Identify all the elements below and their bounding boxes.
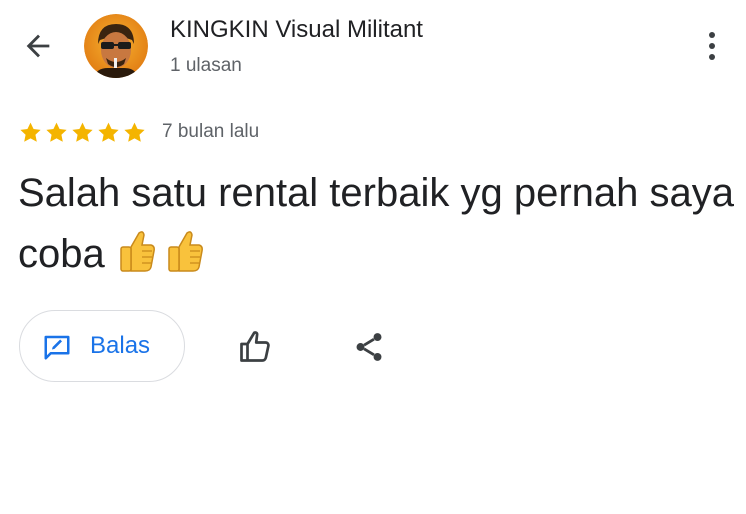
reply-icon [44, 335, 70, 360]
star-icon [72, 122, 93, 142]
review-time: 7 bulan lalu [162, 121, 260, 142]
arrow-left-icon [26, 34, 50, 58]
thumbs-up-emoji [168, 231, 203, 272]
rating-row: 7 bulan lalu [18, 118, 259, 146]
avatar[interactable] [84, 14, 148, 78]
reviewer-name[interactable]: KINGKIN Visual Militant [170, 16, 423, 44]
like-button[interactable] [232, 324, 278, 370]
star-icon [46, 122, 67, 142]
thumbs-up-outline-icon [240, 331, 270, 362]
review-header: KINGKIN Visual Militant 1 ulasan [0, 0, 746, 100]
star-rating [18, 120, 148, 145]
share-button[interactable] [346, 324, 392, 370]
star-icon [124, 122, 145, 142]
share-icon [356, 333, 382, 361]
back-button[interactable] [18, 26, 58, 66]
avatar-image [84, 14, 148, 78]
more-options-button[interactable] [692, 24, 732, 68]
review-body: Salah satu rental terbaik yg pernah saya… [18, 163, 738, 285]
more-vertical-icon [709, 32, 715, 60]
thumbs-up-emoji [120, 231, 155, 272]
emoji-group [117, 229, 213, 273]
reviewer-review-count: 1 ulasan [170, 55, 242, 76]
reply-button[interactable]: Balas [19, 310, 185, 382]
star-icon [20, 122, 41, 142]
reply-label: Balas [90, 332, 151, 359]
star-icon [98, 122, 119, 142]
